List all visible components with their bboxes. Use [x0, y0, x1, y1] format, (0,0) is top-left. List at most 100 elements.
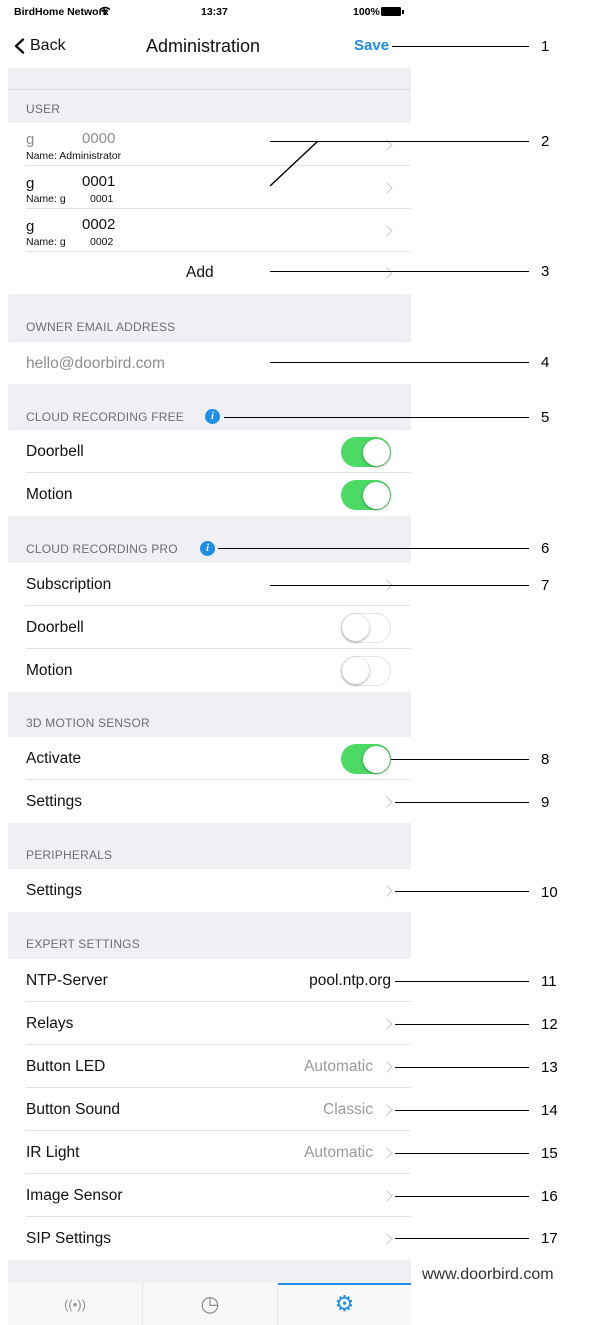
callout-line — [395, 1067, 529, 1069]
callout-line — [395, 1024, 529, 1026]
callout-number: 1 — [541, 38, 550, 55]
chevron-right-icon — [381, 885, 393, 897]
back-button[interactable]: Back — [14, 37, 66, 55]
user-row[interactable]: g 0001 Name: g 0001 — [8, 166, 411, 209]
user-name-number: 0001 — [90, 193, 114, 205]
user-name: Name: Administrator — [26, 150, 122, 162]
section-header-user: USER — [8, 68, 411, 123]
doorbell-toggle[interactable] — [341, 437, 391, 467]
motion-toggle[interactable] — [341, 480, 391, 510]
row-label: Settings — [26, 882, 83, 899]
chevron-right-icon — [381, 182, 393, 194]
cloud-pro-motion-row: Motion — [8, 649, 411, 692]
button-led-row[interactable]: Button LED Automatic — [8, 1045, 411, 1088]
user-number: 0001 — [82, 173, 116, 190]
info-icon[interactable]: i — [205, 409, 220, 424]
settings-gear-icon: ⚙ — [334, 1291, 355, 1316]
chevron-left-icon — [14, 38, 25, 54]
row-label: Button LED — [26, 1058, 106, 1075]
ntp-server-row[interactable]: NTP-Server pool.ntp.org — [8, 959, 411, 1002]
activate-row: Activate — [8, 737, 411, 780]
phone-screen: BirdHome Network 13:37 100% Back Adminis… — [8, 0, 411, 1325]
row-label: IR Light — [26, 1144, 80, 1161]
carrier-label: BirdHome Network — [14, 6, 109, 18]
row-label: NTP-Server — [26, 972, 108, 989]
user-name: Name: g — [26, 236, 66, 248]
wifi-icon — [99, 6, 111, 19]
clock-time: 13:37 — [201, 6, 228, 18]
chevron-right-icon — [381, 1018, 393, 1030]
battery-icon — [381, 7, 404, 16]
callout-line — [395, 1196, 529, 1198]
relays-row[interactable]: Relays — [8, 1002, 411, 1045]
watermark-text: www.doorbird.com — [422, 1266, 554, 1283]
button-sound-row[interactable]: Button Sound Classic — [8, 1088, 411, 1131]
add-label: Add — [186, 264, 214, 281]
ir-light-value: Automatic — [304, 1144, 373, 1161]
section-header-motion-sensor: 3D MOTION SENSOR — [8, 692, 411, 737]
user-name: Name: g — [26, 193, 66, 205]
callout-number: 6 — [541, 540, 550, 557]
peripherals-settings-row[interactable]: Settings — [8, 869, 411, 912]
callout-line — [395, 802, 529, 804]
callout-number: 11 — [541, 973, 557, 990]
activate-toggle[interactable] — [341, 744, 391, 774]
row-label: SIP Settings — [26, 1230, 112, 1247]
row-label: Button Sound — [26, 1101, 120, 1118]
callout-number: 10 — [541, 884, 558, 901]
callout-number: 14 — [541, 1102, 558, 1119]
callout-number: 12 — [541, 1016, 558, 1033]
bottom-spacer — [8, 1260, 411, 1283]
button-sound-value: Classic — [323, 1101, 373, 1118]
chevron-right-icon — [381, 1190, 393, 1202]
callout-line — [395, 1238, 529, 1240]
chevron-right-icon — [381, 267, 393, 279]
chevron-right-icon — [381, 796, 393, 808]
section-header-owner-email: OWNER EMAIL ADDRESS — [8, 294, 411, 342]
user-row[interactable]: g 0000 Name: Administrator — [8, 123, 411, 166]
section-header-cloud-pro: CLOUD RECORDING PRO i — [8, 516, 411, 563]
section-label: CLOUD RECORDING FREE — [26, 410, 185, 424]
callout-line — [270, 271, 529, 273]
callout-line — [395, 891, 529, 893]
callout-line — [224, 417, 529, 419]
section-label: USER — [26, 102, 61, 116]
callout-number: 4 — [541, 354, 550, 371]
tab-live[interactable]: ((•)) — [8, 1283, 142, 1325]
add-user-button[interactable]: Add — [8, 252, 411, 294]
row-label: Subscription — [26, 576, 112, 593]
section-label: CLOUD RECORDING PRO — [26, 542, 178, 556]
section-label: OWNER EMAIL ADDRESS — [26, 320, 176, 334]
chevron-right-icon — [381, 1147, 393, 1159]
user-letter: g — [26, 175, 35, 192]
row-label: Motion — [26, 486, 73, 503]
user-number: 0000 — [82, 130, 116, 147]
info-icon[interactable]: i — [200, 541, 215, 556]
callout-line — [270, 585, 529, 587]
callout-number: 13 — [541, 1059, 558, 1076]
ir-light-row[interactable]: IR Light Automatic — [8, 1131, 411, 1174]
motion-settings-row[interactable]: Settings — [8, 780, 411, 823]
save-button[interactable]: Save — [354, 37, 389, 54]
callout-number: 7 — [541, 577, 550, 594]
callout-line — [218, 548, 529, 550]
tab-settings[interactable]: ⚙ — [278, 1283, 411, 1325]
motion-toggle[interactable] — [341, 656, 391, 686]
chevron-right-icon — [381, 1061, 393, 1073]
callout-number: 15 — [541, 1145, 558, 1162]
callout-line — [395, 1110, 529, 1112]
button-led-value: Automatic — [304, 1058, 373, 1075]
user-name-number: 0002 — [90, 236, 114, 248]
chevron-right-icon — [381, 225, 393, 237]
cloud-free-doorbell-row: Doorbell — [8, 430, 411, 473]
section-label: 3D MOTION SENSOR — [26, 716, 150, 730]
user-row[interactable]: g 0002 Name: g 0002 — [8, 209, 411, 252]
tab-history[interactable]: ◷ — [143, 1283, 277, 1325]
row-label: Relays — [26, 1015, 74, 1032]
image-sensor-row[interactable]: Image Sensor — [8, 1174, 411, 1217]
sip-settings-row[interactable]: SIP Settings — [8, 1217, 411, 1260]
callout-number: 8 — [541, 751, 550, 768]
callout-number: 5 — [541, 409, 550, 426]
row-label: Activate — [26, 750, 82, 767]
doorbell-toggle[interactable] — [341, 613, 391, 643]
